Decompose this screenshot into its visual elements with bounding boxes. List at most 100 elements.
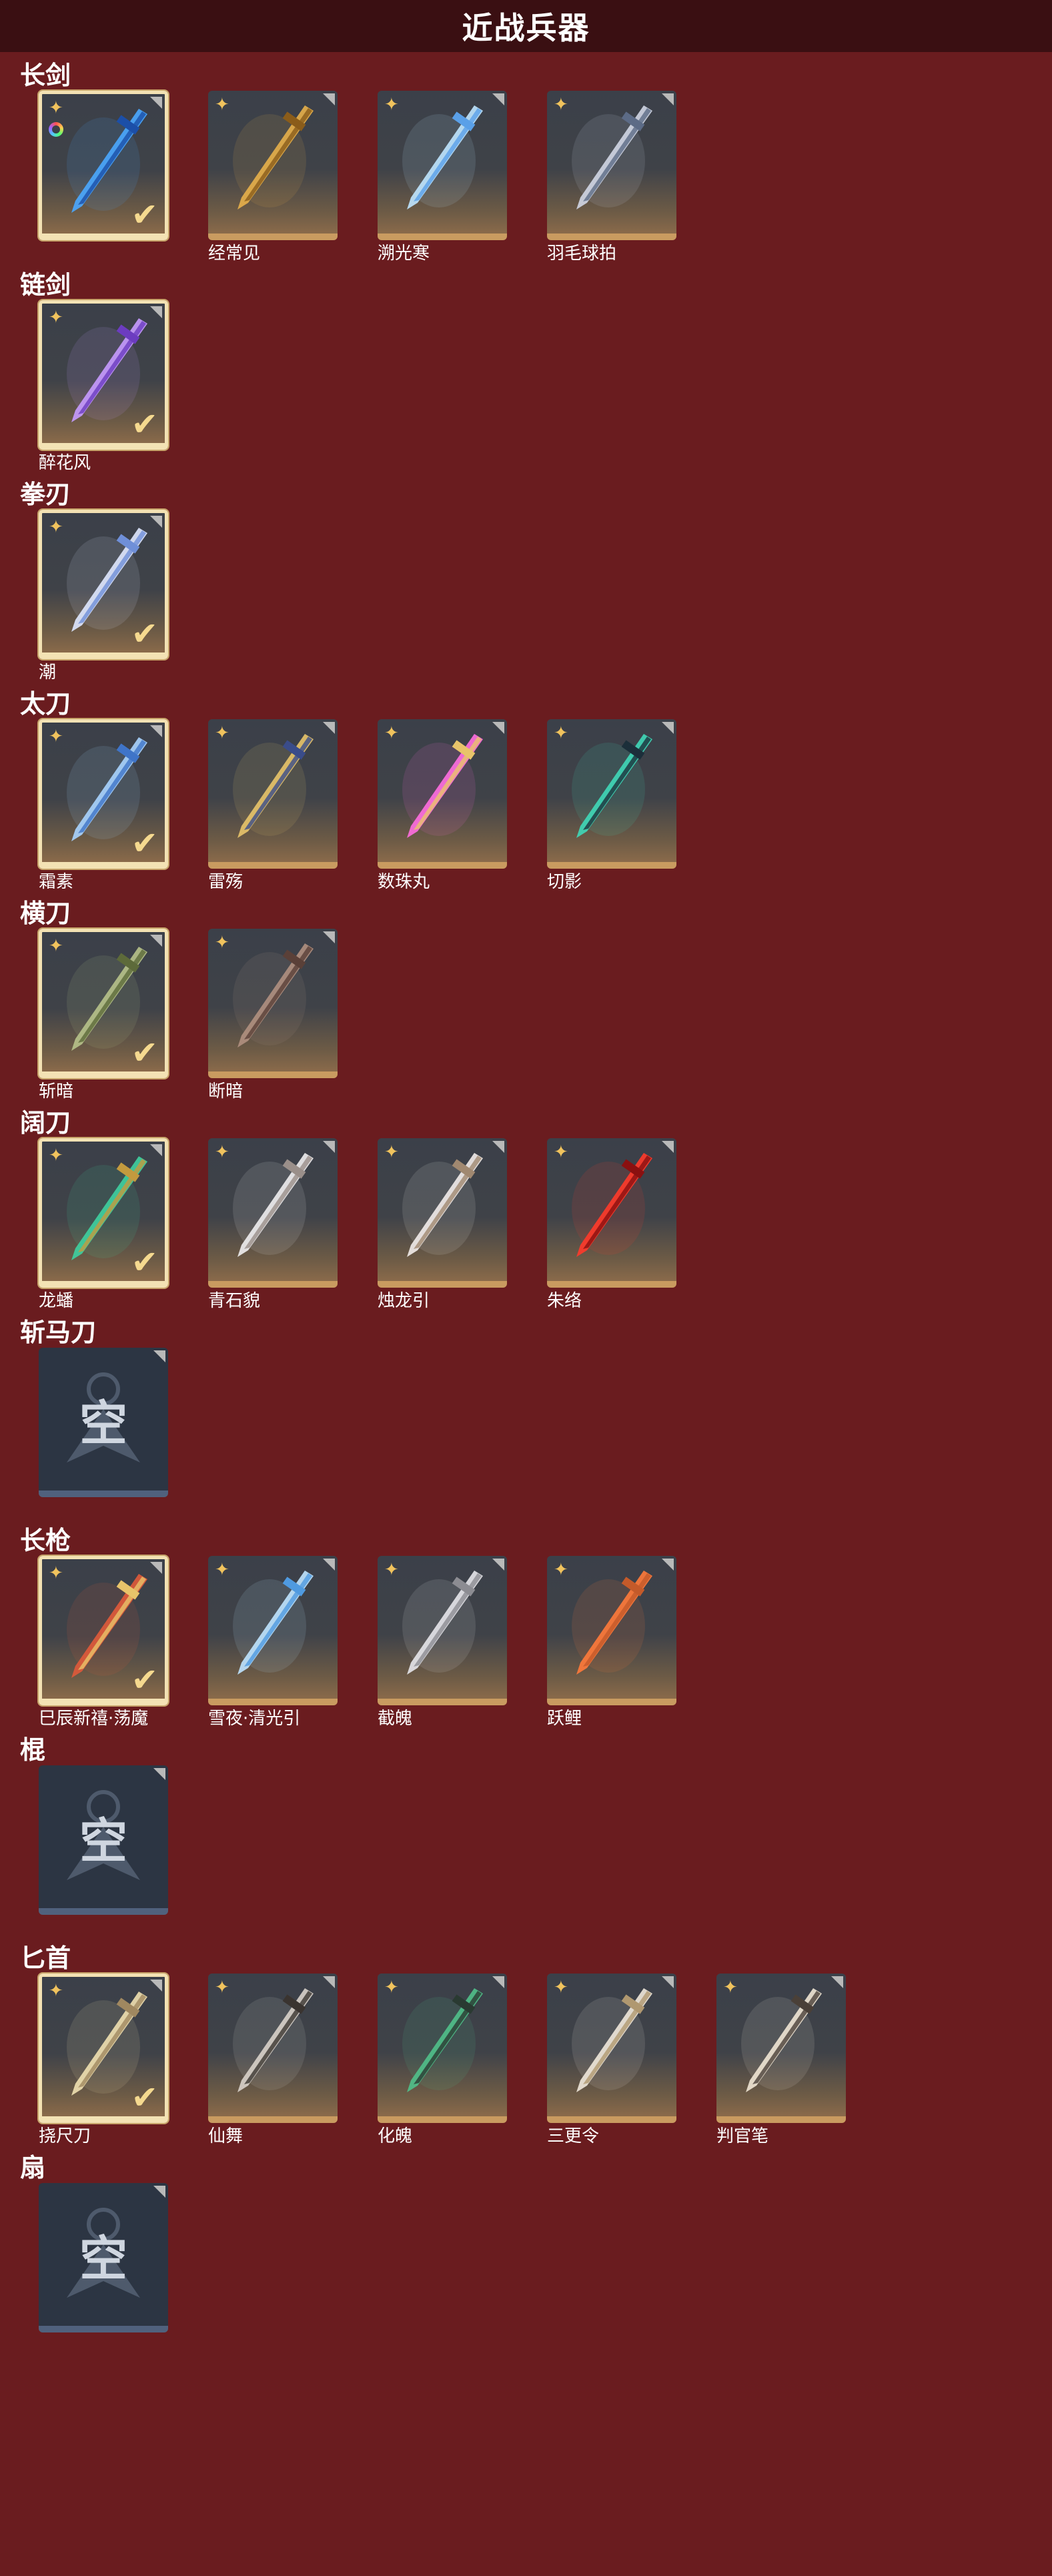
weapon-item[interactable]: ✦ 羽毛球拍 — [547, 91, 676, 266]
weapon-name: 烛龙引 — [378, 1291, 430, 1311]
corner-mark-icon — [492, 1559, 504, 1571]
weapon-card[interactable]: ✦ — [547, 1138, 676, 1288]
weapon-card[interactable]: ✦ ✔ — [39, 929, 168, 1078]
weapon-name: 溯光寒 — [378, 244, 430, 264]
weapon-card[interactable]: ✦ — [208, 929, 338, 1078]
page-title: 近战兵器 — [462, 10, 590, 46]
empty-card[interactable]: 空 — [39, 1765, 168, 1915]
weapon-item[interactable]: ✦ ✔ 龙蟠 — [39, 1138, 168, 1313]
rarity-star-icon: ✦ — [49, 1146, 63, 1166]
empty-card[interactable]: 空 — [39, 2183, 168, 2332]
weapon-name: 判官笔 — [716, 2126, 769, 2146]
corner-mark-icon — [492, 722, 504, 734]
weapon-item[interactable]: ✦ ✔ 霜素 — [39, 719, 168, 894]
rarity-star-icon: ✦ — [49, 1981, 63, 2001]
weapon-item[interactable]: ✦ 跃鲤 — [547, 1556, 676, 1731]
rarity-star-icon: ✦ — [49, 517, 63, 537]
weapon-card[interactable]: ✦ — [378, 91, 507, 240]
empty-name-spacer — [39, 1497, 168, 1521]
category-title: 匕首 — [20, 1944, 71, 1973]
weapon-item[interactable]: ✦ ✔ 斩暗 — [39, 929, 168, 1104]
weapon-category: 拳刃 ✦ ✔ 潮 — [20, 479, 1052, 685]
rarity-star-icon: ✦ — [554, 723, 568, 743]
weapon-item[interactable]: ✦ 青石貌 — [208, 1138, 338, 1313]
empty-name-spacer — [39, 2332, 168, 2356]
corner-mark-icon — [150, 725, 162, 737]
weapon-card[interactable]: ✦ ✔ — [39, 1138, 168, 1288]
weapon-card[interactable]: ✦ ✔ — [39, 719, 168, 869]
weapon-category: 链剑 ✦ ✔ 醉花风 — [20, 270, 1052, 475]
weapon-item[interactable]: ✦ 雷殇 — [208, 719, 338, 894]
weapon-item[interactable]: ✦ 数珠丸 — [378, 719, 507, 894]
corner-mark-icon — [323, 722, 335, 734]
weapon-slot-empty[interactable]: 空 — [39, 1348, 168, 1521]
weapon-item[interactable]: ✦ 截魄 — [378, 1556, 507, 1731]
corner-mark-icon — [150, 516, 162, 528]
weapon-item[interactable]: ✦ ✔ 醉花风 — [39, 300, 168, 475]
item-row: ✦ ✔ 龙蟠 ✦ 青石貌 ✦ 烛龙引 ✦ 朱络 — [20, 1138, 1052, 1313]
weapon-card[interactable]: ✦ — [547, 719, 676, 869]
weapon-card[interactable]: ✦ — [378, 1974, 507, 2123]
weapon-card[interactable]: ✦ ✔ — [39, 300, 168, 450]
weapon-item[interactable]: ✦ 判官笔 — [716, 1974, 846, 2148]
weapon-name: 数珠丸 — [378, 872, 430, 892]
weapon-card[interactable]: ✦ ✔ — [39, 91, 168, 240]
weapon-card[interactable]: ✦ — [208, 719, 338, 869]
weapon-card[interactable]: ✦ ✔ — [39, 510, 168, 659]
weapon-item[interactable]: ✦ 断暗 — [208, 929, 338, 1104]
item-row: ✦ ✔ 挠尺刀 ✦ 仙舞 ✦ 化魄 ✦ 三更令 ✦ 判官笔 — [20, 1974, 1052, 2148]
owned-check-icon: ✔ — [131, 406, 158, 443]
weapon-card[interactable]: ✦ ✔ — [39, 1974, 168, 2123]
weapon-item[interactable]: ✦ ✔ — [39, 91, 168, 266]
item-row: ✦ ✔ 潮 — [20, 510, 1052, 685]
weapon-card[interactable]: ✦ — [716, 1974, 846, 2123]
color-wheel-icon — [49, 122, 63, 137]
rarity-star-icon: ✦ — [49, 936, 63, 956]
item-row: ✦ ✔ ✦ 经常见 ✦ 溯光寒 ✦ 羽毛球拍 — [20, 91, 1052, 266]
rarity-star-icon: ✦ — [49, 727, 63, 747]
weapon-card[interactable]: ✦ — [208, 1138, 338, 1288]
weapon-item[interactable]: ✦ 仙舞 — [208, 1974, 338, 2148]
rarity-star-icon: ✦ — [49, 98, 63, 118]
empty-card[interactable]: 空 — [39, 1348, 168, 1497]
rarity-star-icon: ✦ — [384, 1560, 399, 1580]
corner-mark-icon — [492, 1141, 504, 1153]
weapon-item[interactable]: ✦ 经常见 — [208, 91, 338, 266]
weapon-card[interactable]: ✦ — [547, 1974, 676, 2123]
weapon-name: 朱络 — [547, 1291, 582, 1311]
weapon-card[interactable]: ✦ — [547, 1556, 676, 1705]
weapon-item[interactable]: ✦ 溯光寒 — [378, 91, 507, 266]
rarity-star-icon: ✦ — [554, 1142, 568, 1162]
weapon-card[interactable]: ✦ — [378, 719, 507, 869]
weapon-name: 龙蟠 — [39, 1291, 74, 1311]
corner-mark-icon — [323, 93, 335, 105]
weapon-item[interactable]: ✦ 烛龙引 — [378, 1138, 507, 1313]
corner-mark-icon — [323, 931, 335, 943]
weapon-slot-empty[interactable]: 空 — [39, 2183, 168, 2356]
category-title: 横刀 — [20, 899, 71, 928]
weapon-item[interactable]: ✦ ✔ 潮 — [39, 510, 168, 685]
weapon-item[interactable]: ✦ 雪夜·清光引 — [208, 1556, 338, 1731]
weapon-card[interactable]: ✦ — [547, 91, 676, 240]
weapon-card[interactable]: ✦ — [208, 91, 338, 240]
corner-mark-icon — [831, 1976, 843, 1988]
weapon-item[interactable]: ✦ 三更令 — [547, 1974, 676, 2148]
weapon-item[interactable]: ✦ 切影 — [547, 719, 676, 894]
weapon-item[interactable]: ✦ ✔ 挠尺刀 — [39, 1974, 168, 2148]
weapon-name: 化魄 — [378, 2126, 413, 2146]
rarity-star-icon: ✦ — [384, 723, 399, 743]
weapon-card[interactable]: ✦ — [378, 1556, 507, 1705]
weapon-card[interactable]: ✦ — [208, 1556, 338, 1705]
rarity-star-icon: ✦ — [384, 1142, 399, 1162]
weapon-item[interactable]: ✦ 朱络 — [547, 1138, 676, 1313]
weapon-item[interactable]: ✦ ✔ 巳辰新禧·荡魔 — [39, 1556, 168, 1731]
weapon-card[interactable]: ✦ ✔ — [39, 1556, 168, 1705]
weapon-slot-empty[interactable]: 空 — [39, 1765, 168, 1939]
weapon-category: 长剑 ✦ ✔ ✦ 经常见 ✦ 溯光寒 ✦ 羽毛球拍 — [20, 60, 1052, 266]
weapon-item[interactable]: ✦ 化魄 — [378, 1974, 507, 2148]
weapon-card[interactable]: ✦ — [378, 1138, 507, 1288]
item-row: ✦ ✔ 霜素 ✦ 雷殇 ✦ 数珠丸 ✦ 切影 — [20, 719, 1052, 894]
weapon-card[interactable]: ✦ — [208, 1974, 338, 2123]
weapon-name: 挠尺刀 — [39, 2126, 91, 2146]
page-header: 近战兵器 — [0, 0, 1052, 52]
